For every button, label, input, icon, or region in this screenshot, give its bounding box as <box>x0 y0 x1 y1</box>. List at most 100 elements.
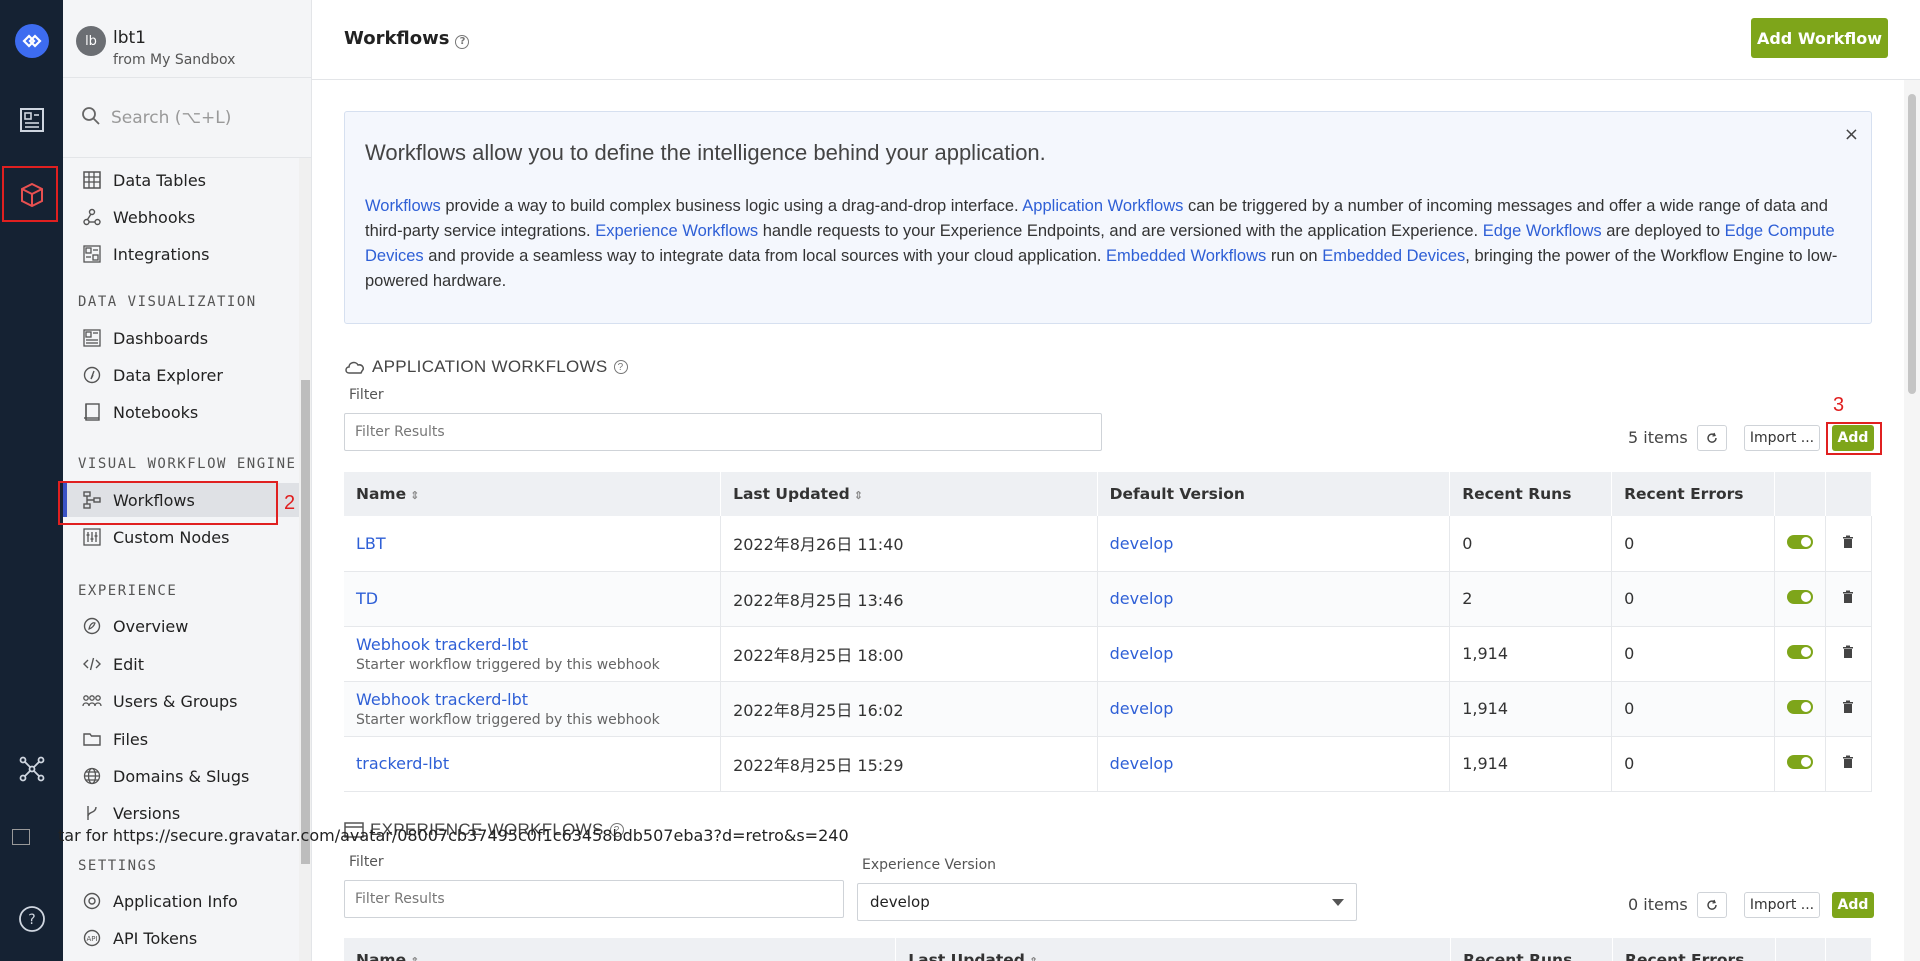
enabled-toggle[interactable] <box>1786 590 1813 604</box>
workflow-name-link[interactable]: Webhook trackerd-lbt <box>356 635 528 654</box>
intro-link[interactable]: Experience Workflows <box>595 222 758 240</box>
enabled-toggle[interactable] <box>1786 534 1813 549</box>
trash-icon[interactable] <box>1842 590 1854 604</box>
main-scrollbar[interactable] <box>1904 80 1920 961</box>
workflow-name-link[interactable]: trackerd-lbt <box>356 754 449 773</box>
sidebar-search <box>63 78 311 158</box>
import-button[interactable]: Import ... <box>1744 892 1820 918</box>
users-icon <box>81 690 103 712</box>
sidebar-item-files[interactable]: Files <box>63 722 299 756</box>
intro-link[interactable]: Embedded Devices <box>1322 247 1465 265</box>
sidebar-item-data-tables[interactable]: Data Tables <box>63 163 299 197</box>
column-header-name[interactable]: Name⇕ <box>344 472 722 516</box>
workflow-name-cell: TD <box>344 571 722 627</box>
sidebar-item-custom-nodes[interactable]: Custom Nodes <box>63 520 299 554</box>
sort-icon: ⇕ <box>1029 955 1038 961</box>
page-title: Workflows? <box>344 28 470 49</box>
trash-icon[interactable] <box>1842 535 1854 549</box>
logo-icon[interactable] <box>0 12 63 70</box>
version-link[interactable]: develop <box>1110 534 1174 553</box>
sidebar-item-overview[interactable]: Overview <box>63 609 299 643</box>
sidebar-item-data-explorer[interactable]: Data Explorer <box>63 358 299 392</box>
refresh-button[interactable] <box>1697 425 1727 451</box>
dashboard-rail-icon[interactable] <box>0 91 63 149</box>
filter-input[interactable] <box>344 413 1102 451</box>
sidebar-item-dashboards[interactable]: Dashboards <box>63 321 299 355</box>
intro-link[interactable]: Embedded Workflows <box>1106 247 1266 265</box>
app-avatar: lb <box>76 26 106 56</box>
compass-icon <box>81 364 103 386</box>
table-row[interactable]: Webhook trackerd-lbt Starter workflow tri… <box>344 681 1873 737</box>
table-row[interactable]: Webhook trackerd-lbt Starter workflow tri… <box>344 626 1873 682</box>
workflow-name-link[interactable]: Webhook trackerd-lbt <box>356 690 528 709</box>
last-updated-cell: 2022年8月25日 15:29 <box>720 736 1098 792</box>
app-subtitle: from My Sandbox <box>113 52 236 68</box>
help-icon[interactable]: ? <box>613 360 628 374</box>
refresh-button[interactable] <box>1697 892 1727 918</box>
recent-runs-cell: 2 <box>1449 571 1613 627</box>
table-row[interactable]: trackerd-lbt 2022年8月25日 15:29 develop 1,914… <box>344 736 1873 792</box>
recent-runs-cell: 0 <box>1449 516 1613 572</box>
version-link[interactable]: develop <box>1110 699 1174 718</box>
search-input[interactable] <box>111 104 301 132</box>
enabled-toggle[interactable] <box>1786 645 1813 659</box>
sidebar-item-label: Application Info <box>113 891 238 911</box>
trash-icon[interactable] <box>1842 755 1854 769</box>
close-icon[interactable]: × <box>1844 124 1859 145</box>
import-button[interactable]: Import ... <box>1744 425 1820 451</box>
trash-icon[interactable] <box>1842 700 1854 714</box>
table-row[interactable]: LBT 2022年8月26日 11:40 develop 0 0 <box>344 516 1873 572</box>
api-icon: API <box>81 927 103 949</box>
intro-text-segment: and provide a seamless way to integrate … <box>423 247 1107 265</box>
folder-icon <box>81 728 103 750</box>
enabled-toggle[interactable] <box>1786 700 1813 714</box>
sidebar-item-edit[interactable]: Edit <box>63 647 299 681</box>
refresh-icon <box>1707 899 1717 910</box>
workflow-description: Starter workflow triggered by this webho… <box>356 711 660 728</box>
search-icon <box>82 107 100 125</box>
broken-image-icon <box>12 828 30 845</box>
sidebar-item-integrations[interactable]: Integrations <box>63 237 299 271</box>
experience-version-select[interactable]: develop <box>857 883 1357 921</box>
sidebar-item-notebooks[interactable]: Notebooks <box>63 395 299 429</box>
sidebar-item-domains-slugs[interactable]: Domains & Slugs <box>63 759 299 793</box>
intro-link[interactable]: Workflows <box>365 197 441 215</box>
network-icon[interactable] <box>0 740 63 798</box>
column-header-name[interactable]: Name⇕ <box>344 938 897 961</box>
workflow-name-link[interactable]: LBT <box>356 534 386 553</box>
sidebar-item-versions[interactable]: Versions <box>63 796 299 830</box>
version-link[interactable]: develop <box>1110 589 1174 608</box>
column-header-last-updated[interactable]: Last Updated⇕ <box>895 938 1452 961</box>
experience-filter-input[interactable] <box>344 880 844 918</box>
recent-errors-cell: 0 <box>1611 626 1775 682</box>
column-header-recent-errors: Recent Errors <box>1612 938 1776 961</box>
sidebar-item-api-tokens[interactable]: API API Tokens <box>63 921 299 955</box>
version-link[interactable]: develop <box>1110 644 1174 663</box>
application-workflows-heading: APPLICATION WORKFLOWS ? <box>344 357 628 377</box>
intro-title: Workflows allow you to define the intell… <box>365 140 1046 165</box>
workflow-name-cell: Webhook trackerd-lbt Starter workflow tri… <box>344 626 722 682</box>
column-header-last-updated[interactable]: Last Updated⇕ <box>720 472 1098 516</box>
sidebar-item-webhooks[interactable]: Webhooks <box>63 200 299 234</box>
trash-icon[interactable] <box>1842 645 1854 659</box>
experience-workflows-table: Name⇕ Last Updated⇕ Recent Runs Recent E… <box>344 938 1873 961</box>
page-header: Workflows? Add Workflow <box>312 0 1920 80</box>
table-row[interactable]: TD 2022年8月25日 13:46 develop 2 0 <box>344 571 1873 627</box>
version-link[interactable]: develop <box>1110 754 1174 773</box>
add-workflow-button[interactable]: Add Workflow <box>1751 18 1888 58</box>
add-button[interactable]: Add <box>1832 892 1874 918</box>
sidebar-item-users-groups[interactable]: Users & Groups <box>63 684 299 718</box>
workflow-name-link[interactable]: TD <box>356 589 378 608</box>
column-header-recent-errors: Recent Errors <box>1611 472 1775 516</box>
help-icon[interactable]: ? <box>0 890 63 948</box>
intro-link[interactable]: Application Workflows <box>1022 197 1183 215</box>
help-icon[interactable]: ? <box>455 34 470 49</box>
app-header[interactable]: lb lbt1 from My Sandbox <box>63 0 311 78</box>
sidebar-item-application-info[interactable]: Application Info <box>63 884 299 918</box>
workflow-name-cell: LBT <box>344 516 722 572</box>
enabled-toggle[interactable] <box>1786 755 1813 769</box>
section-visual-workflow-engine: VISUAL WORKFLOW ENGINE <box>78 456 297 472</box>
sidebar-item-label: API Tokens <box>113 928 198 948</box>
intro-link[interactable]: Edge Workflows <box>1483 222 1602 240</box>
application-workflows-table: Name ⇕ Last Updated ⇕ Default Version Rece… <box>344 472 1873 792</box>
